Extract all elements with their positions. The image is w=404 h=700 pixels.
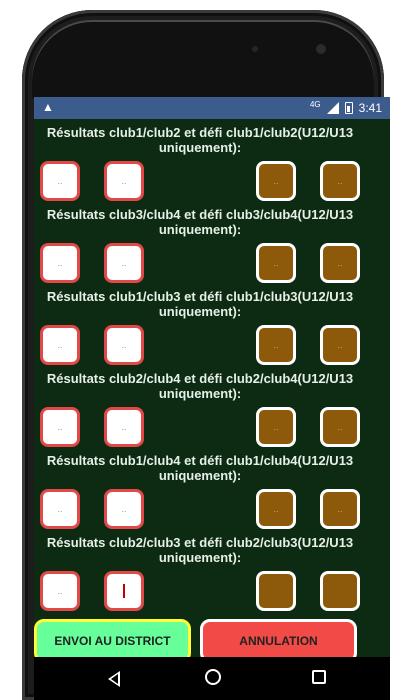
match-section: Résultats club2/club3 et défi club2/club… xyxy=(34,529,390,611)
score-input-home[interactable]: .. xyxy=(40,407,80,447)
score-input-away[interactable]: .. xyxy=(104,161,144,201)
score-input-away-focused[interactable] xyxy=(104,571,144,611)
section-title: Résultats club2/club4 et défi club2/club… xyxy=(46,371,354,401)
app-screen: ▲ 4G 3:41 Résultats club1/club2 et défi … xyxy=(34,97,390,657)
results-form: Résultats club1/club2 et défi club1/club… xyxy=(34,119,390,611)
status-right: 4G 3:41 xyxy=(310,100,382,115)
score-input-away[interactable]: .. xyxy=(104,489,144,529)
network-indicator: 4G xyxy=(309,100,321,109)
match-section: Résultats club1/club2 et défi club1/club… xyxy=(34,119,390,201)
android-nav-bar xyxy=(34,657,390,700)
proximity-sensor xyxy=(252,46,258,52)
challenge-input-away[interactable]: .. xyxy=(320,161,360,201)
match-section: Résultats club3/club4 et défi club3/club… xyxy=(34,201,390,283)
score-input-away[interactable]: .. xyxy=(104,407,144,447)
section-title: Résultats club1/club4 et défi club1/club… xyxy=(46,453,354,483)
challenge-input-home[interactable]: .. xyxy=(256,161,296,201)
status-bar: ▲ 4G 3:41 xyxy=(34,97,390,119)
challenge-input-home[interactable] xyxy=(256,571,296,611)
battery-icon xyxy=(344,101,353,114)
section-title: Résultats club1/club2 et défi club1/club… xyxy=(46,125,354,155)
recents-icon[interactable] xyxy=(312,669,332,689)
section-title: Résultats club3/club4 et défi club3/club… xyxy=(46,207,354,237)
warning-triangle-icon: ▲ xyxy=(42,100,54,114)
challenge-input-home[interactable]: .. xyxy=(256,407,296,447)
section-title: Résultats club1/club3 et défi club1/club… xyxy=(46,289,354,319)
challenge-input-away[interactable]: .. xyxy=(320,325,360,365)
match-section: Résultats club1/club3 et défi club1/club… xyxy=(34,283,390,365)
score-input-home[interactable]: .. xyxy=(40,325,80,365)
challenge-input-away[interactable] xyxy=(320,571,360,611)
score-input-home[interactable]: .. xyxy=(40,489,80,529)
challenge-input-home[interactable]: .. xyxy=(256,243,296,283)
section-title: Résultats club2/club3 et défi club2/club… xyxy=(46,535,354,565)
match-section: Résultats club2/club4 et défi club2/club… xyxy=(34,365,390,447)
score-input-home[interactable]: .. xyxy=(40,243,80,283)
challenge-input-away[interactable]: .. xyxy=(320,243,360,283)
score-input-away[interactable]: .. xyxy=(104,325,144,365)
status-time: 3:41 xyxy=(358,100,382,115)
challenge-input-home[interactable]: .. xyxy=(256,489,296,529)
challenge-input-away[interactable]: .. xyxy=(320,407,360,447)
phone-top-bezel xyxy=(32,20,374,98)
signal-icon xyxy=(326,101,339,114)
action-bar: ENVOI AU DISTRICT ANNULATION xyxy=(34,611,390,657)
cancel-button[interactable]: ANNULATION xyxy=(200,619,357,657)
send-to-district-button[interactable]: ENVOI AU DISTRICT xyxy=(34,619,191,657)
match-section: Résultats club1/club4 et défi club1/club… xyxy=(34,447,390,529)
text-cursor xyxy=(123,584,125,598)
score-input-away[interactable]: .. xyxy=(104,243,144,283)
score-input-home[interactable]: .. xyxy=(40,161,80,201)
front-camera xyxy=(316,44,326,54)
challenge-input-away[interactable]: .. xyxy=(320,489,360,529)
back-icon[interactable] xyxy=(108,669,128,689)
score-input-home[interactable]: .. xyxy=(40,571,80,611)
home-icon[interactable] xyxy=(205,669,225,689)
challenge-input-home[interactable]: .. xyxy=(256,325,296,365)
